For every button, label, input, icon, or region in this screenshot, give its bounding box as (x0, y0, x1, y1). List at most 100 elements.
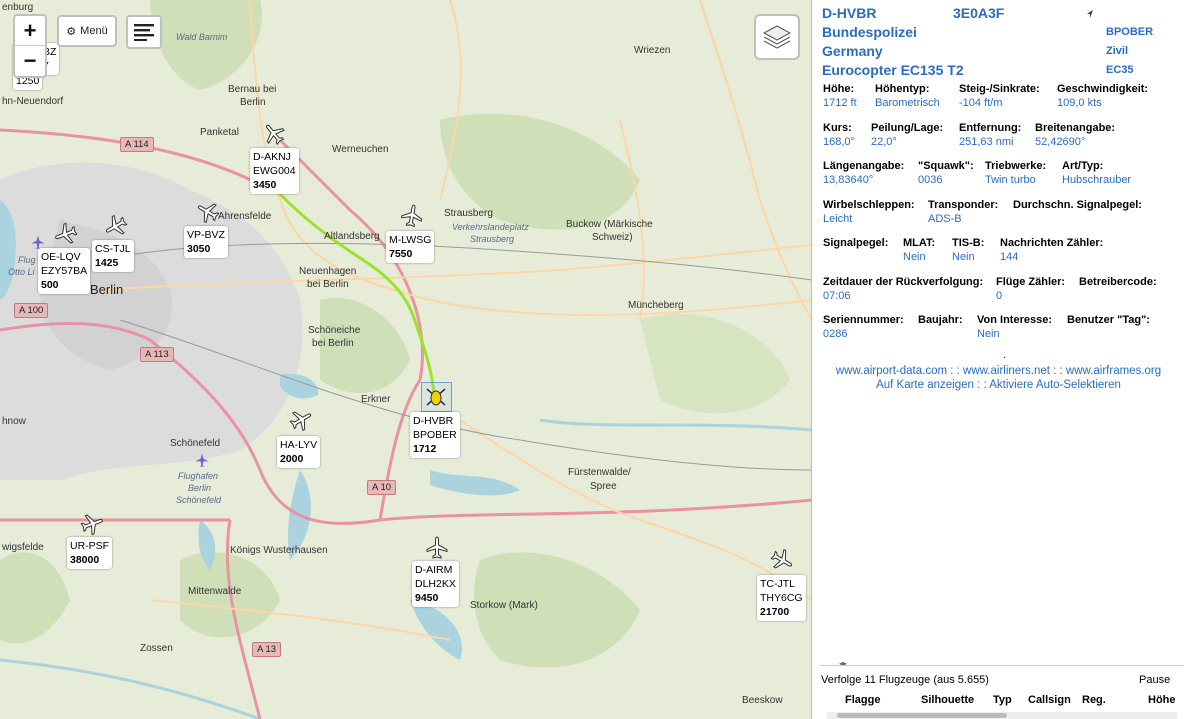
airfield-label: Strausberg (470, 234, 515, 244)
aircraft-label[interactable]: CS-TJL 1425 (92, 240, 134, 272)
field-value: 0286 (823, 328, 848, 340)
toggle-sidebar-button[interactable] (126, 15, 162, 49)
layers-button[interactable] (754, 14, 800, 60)
zoom-out-button[interactable]: − (15, 46, 45, 76)
aircraft-altitude: 1712 (413, 443, 437, 455)
field-label: Höhentyp: (875, 83, 930, 95)
field-label: Transponder: (928, 199, 999, 211)
scrollbar-thumb[interactable] (837, 713, 1007, 718)
city-label: Mittenwalde (188, 586, 242, 597)
aircraft-label[interactable]: D-AIRM DLH2KX 9450 (412, 561, 459, 607)
aircraft-callsign: BPOBER (413, 429, 457, 441)
airport-icon (195, 453, 209, 467)
pause-button[interactable]: Pause (1139, 674, 1170, 686)
zoom-in-button[interactable]: + (15, 16, 45, 46)
field-label: Breitenangabe: (1035, 122, 1116, 134)
aircraft-registration: D-HVBR (822, 5, 877, 21)
aircraft-icon[interactable] (400, 204, 424, 228)
city-label: Müncheberg (628, 300, 684, 311)
aircraft-callsign: THY6CG (760, 592, 803, 604)
aircraft-reg: D-HVBR (413, 415, 454, 427)
aircraft-icon[interactable] (80, 512, 104, 536)
city-label: Berlin (90, 282, 124, 297)
city-label: Schöneiche (308, 325, 361, 336)
menu-button-label: Menü (80, 25, 108, 37)
field-label: Höhe: (823, 83, 855, 95)
city-label: Zossen (140, 643, 173, 654)
field-label: Baujahr: (918, 314, 963, 326)
aircraft-label[interactable]: M-LWSG 7550 (386, 231, 435, 263)
aircraft-reg: UR-PSF (70, 540, 110, 552)
city-label: Buckow (Märkische (566, 219, 653, 230)
city-label: Altlandsberg (324, 231, 380, 242)
airport-label: Otto Li (8, 267, 35, 277)
aircraft-label[interactable]: UR-PSF 38000 (67, 537, 113, 569)
column-header[interactable]: Callsign (1028, 694, 1071, 706)
aircraft-label[interactable]: TC-JTL THY6CG 21700 (757, 575, 806, 621)
aircraft-altitude: 3450 (253, 179, 277, 191)
aircraft-reg: CS-TJL (95, 243, 131, 255)
aircraft-reg: VP-BVZ (187, 229, 225, 241)
field-label: Triebwerke: (985, 160, 1047, 172)
field-label: TIS-B: (952, 237, 985, 249)
aircraft-reg: D-AKNJ (253, 151, 291, 163)
airport-label: Flug (18, 255, 36, 265)
field-label: Nachrichten Zähler: (1000, 237, 1104, 249)
field-label: Durchschn. Signalpegel: (1013, 199, 1142, 211)
aircraft-icon[interactable] (262, 122, 286, 146)
airport-label: Flughafen (178, 471, 219, 481)
aircraft-icon[interactable] (54, 222, 78, 246)
aircraft-details-panel: D-HVBR 3E0A3F Bundespolizei BPOBER Germa… (813, 0, 1184, 719)
aircraft-callsign: BPOBER (1106, 26, 1154, 38)
aircraft-icon[interactable] (289, 408, 313, 432)
map-view[interactable]: Berlin Bernau bei Berlin Panketal Werneu… (0, 0, 812, 719)
aircraft-label[interactable]: VP-BVZ 3050 (184, 226, 228, 258)
aircraft-altitude: 1425 (95, 257, 119, 269)
aircraft-list: Verfolge 11 Flugzeuge (aus 5.655) Pause … (819, 665, 1184, 719)
city-label: enburg (2, 2, 34, 13)
field-value: 109,0 kts (1057, 97, 1102, 109)
helicopter-icon[interactable] (424, 385, 448, 409)
field-label: Steig-/Sinkrate: (959, 83, 1040, 95)
menu-button[interactable]: ⚙ Menü (57, 15, 117, 47)
column-header[interactable]: Höhe (1148, 694, 1176, 706)
city-label: Berlin (240, 97, 266, 108)
field-value: Leicht (823, 213, 853, 225)
aircraft-icon[interactable] (425, 536, 449, 560)
column-header[interactable]: Reg. (1082, 694, 1106, 706)
column-header[interactable]: Typ (993, 694, 1012, 706)
aircraft-callsign: DLH2KX (415, 578, 456, 590)
field-value: ADS-B (928, 213, 962, 225)
field-label: MLAT: (903, 237, 936, 249)
field-value: Nein (977, 328, 1000, 340)
horizontal-scrollbar[interactable] (827, 712, 1177, 719)
field-value: 144 (1000, 251, 1019, 263)
aircraft-type: Eurocopter EC135 T2 (822, 62, 964, 78)
field-label: Wirbelschleppen: (823, 199, 915, 211)
aircraft-label[interactable]: OE-LQV EZY57BA 500 (38, 248, 91, 294)
separator-dot: . (1003, 349, 1007, 361)
city-label: Panketal (200, 127, 239, 138)
road-shield: A 114 (120, 137, 154, 152)
city-label: hnow (2, 416, 26, 427)
field-label: Betreibercode: (1079, 276, 1157, 288)
aircraft-icon[interactable] (104, 214, 128, 238)
map-actions[interactable]: Auf Karte anzeigen : : Aktiviere Auto-Se… (813, 379, 1184, 391)
field-value: Nein (952, 251, 975, 263)
column-header[interactable]: Silhouette (921, 694, 974, 706)
aircraft-label[interactable]: HA-LYV 2000 (277, 436, 321, 468)
aircraft-altitude: 2000 (280, 453, 304, 465)
external-links[interactable]: www.airport-data.com : : www.airliners.n… (813, 365, 1184, 377)
field-value: 168,0° (823, 136, 855, 148)
field-label: Längenangabe: (823, 160, 905, 172)
field-label: Peilung/Lage: (871, 122, 944, 134)
aircraft-reg: HA-LYV (280, 439, 318, 451)
aircraft-icon[interactable] (196, 200, 220, 224)
road-shield: A 100 (14, 303, 49, 318)
field-value: Hubschrauber (1062, 174, 1132, 186)
column-header[interactable]: Flagge (845, 694, 880, 706)
aircraft-label[interactable]: D-AKNJ EWG004 3450 (250, 148, 299, 194)
aircraft-icon[interactable] (770, 548, 794, 572)
aircraft-label[interactable]: D-HVBR BPOBER 1712 (410, 412, 460, 458)
list-icon (134, 24, 154, 41)
